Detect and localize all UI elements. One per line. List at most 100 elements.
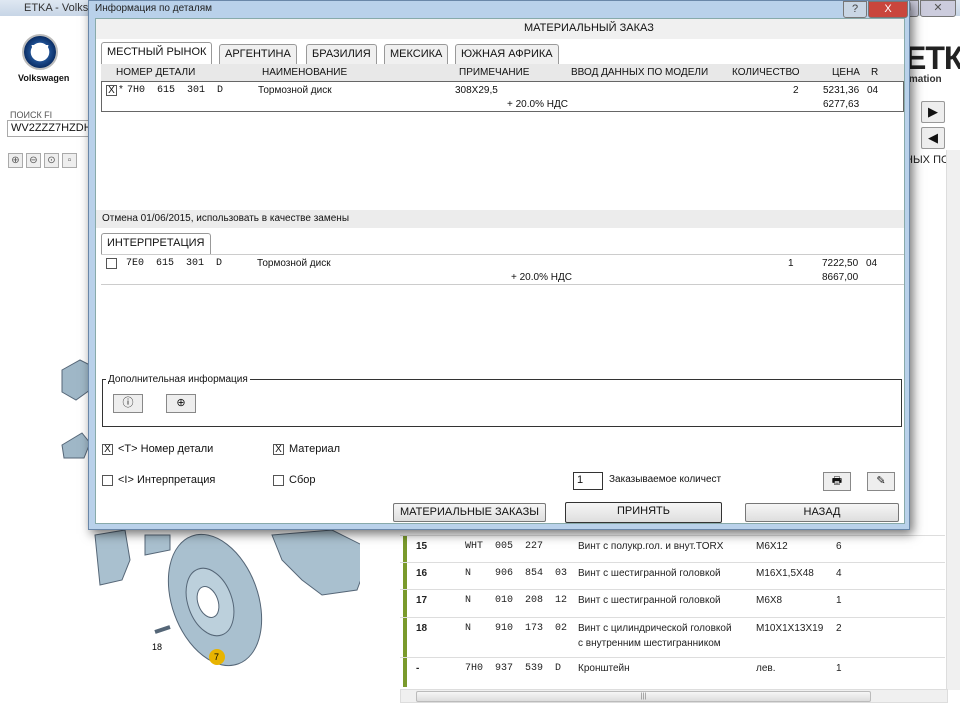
extra-info-label: Дополнительная информация [106, 374, 250, 385]
row-marker [403, 563, 407, 589]
table-row[interactable]: 15 WHT 005 227 Винт с полукр.гол. и внут.T… [400, 535, 945, 562]
zoom-fit-icon[interactable]: ⊙ [44, 153, 59, 168]
col-name: НАИМЕНОВАНИЕ [262, 67, 348, 78]
part-number: WHT 005 227 [465, 541, 544, 552]
vat-label: + 20.0% НДС [511, 272, 572, 283]
part-number: 7H0 937 539 D [465, 663, 562, 674]
checkbox-assembly[interactable] [273, 475, 284, 486]
brake-pad [94, 529, 131, 586]
horizontal-scrollbar[interactable]: ||| [400, 689, 948, 703]
part-number: N 910 173 02 [465, 623, 568, 634]
dialog-close-button[interactable]: X [868, 1, 908, 18]
tab-south-africa[interactable]: ЮЖНАЯ АФРИКА [455, 44, 559, 64]
part-name: Кронштейн [578, 663, 630, 674]
table-row[interactable]: - 7H0 937 539 D Кронштейн лев. 1 [400, 657, 945, 687]
dialog-body: МАТЕРИАЛЬНЫЙ ЗАКАЗ МЕСТНЫЙ РЫНОК АРГЕНТИ… [95, 18, 905, 524]
back-button[interactable]: НАЗАД [745, 503, 899, 522]
back-arrow-button[interactable]: ◀ [921, 127, 945, 149]
part-note: M6X8 [756, 595, 783, 606]
model-info-icon[interactable]: ⓘ [113, 394, 143, 413]
part-name: Винт с шестигранной головкой [578, 568, 721, 579]
part-number: 7E0 615 301 D [126, 258, 223, 269]
row-marker [403, 536, 407, 562]
add-detail-icon[interactable]: ⊕ [166, 394, 196, 413]
etka-logo-sub: rmation [905, 74, 942, 85]
row-checkbox[interactable]: X [106, 85, 117, 96]
checkbox-material-label: Материал [289, 443, 340, 455]
table-row[interactable]: 17 N 010 208 12 Винт с шестигранной головк… [400, 589, 945, 617]
zoom-out-icon[interactable]: ⊖ [26, 153, 41, 168]
callout-18: 18 [152, 642, 162, 652]
vertical-scrollbar[interactable] [946, 150, 960, 690]
position: 15 [416, 541, 428, 552]
header-band: МАТЕРИАЛЬНЫЙ ЗАКАЗ [96, 19, 904, 39]
row-checkbox[interactable] [106, 258, 117, 269]
part-note: M6X12 [756, 541, 788, 552]
part-number: 7H0 615 301 D [127, 85, 224, 96]
part-name: Винт с цилиндрической головкой [578, 623, 732, 634]
tab-argentina[interactable]: АРГЕНТИНА [219, 44, 297, 64]
part-note: M10X1X13X19 [756, 623, 824, 634]
quantity: 1 [788, 258, 794, 269]
col-note: ПРИМЕЧАНИЕ [459, 67, 530, 78]
r-code: 04 [867, 85, 879, 96]
app-close-button[interactable]: ✕ [920, 0, 956, 17]
tab-local-market[interactable]: МЕСТНЫЙ РЫНОК [101, 42, 213, 65]
position: 17 [416, 595, 428, 606]
tab-interpretation[interactable]: ИНТЕРПРЕТАЦИЯ [101, 233, 211, 255]
zoom-in-icon[interactable]: ⊕ [8, 153, 23, 168]
order-quantity-label: Заказываемое количест [609, 474, 722, 485]
replacement-note: Отмена 01/06/2015, использовать в качест… [102, 213, 350, 224]
checkbox-part-number[interactable]: X [102, 444, 113, 455]
table-header: НОМЕР ДЕТАЛИ НАИМЕНОВАНИЕ ПРИМЕЧАНИЕ ВВО… [101, 64, 904, 81]
col-part-number: НОМЕР ДЕТАЛИ [116, 67, 196, 78]
col-price: ЦЕНА [832, 67, 860, 78]
forward-doc-button[interactable]: ▶ [921, 101, 945, 123]
search-input[interactable]: WV2ZZZ7HZDH [7, 120, 92, 137]
dialog-header: МАТЕРИАЛЬНЫЙ ЗАКАЗ [524, 22, 654, 34]
bolt [154, 625, 171, 634]
price-with-vat: 6277,63 [823, 99, 860, 110]
help-button[interactable]: ? [843, 1, 867, 18]
part-number: N 010 208 12 [465, 595, 568, 606]
table-row[interactable]: 18 N 910 173 02 Винт с цилиндрической голо… [400, 617, 945, 657]
checkbox-material[interactable]: X [273, 444, 284, 455]
print-icon[interactable]: 🖶 [823, 472, 851, 491]
edit-icon[interactable]: ✎ [867, 472, 895, 491]
brand-name: Volkswagen [18, 73, 70, 83]
tab-mexico[interactable]: МЕКСИКА [384, 44, 449, 64]
position: 16 [416, 568, 428, 579]
r-code: 04 [866, 258, 878, 269]
vat-label: + 20.0% НДС [507, 99, 568, 110]
quantity: 1 [836, 663, 842, 674]
checkbox-part-number-label: <T> Номер детали [118, 443, 214, 455]
col-model-input: ВВОД ДАННЫХ ПО МОДЕЛИ [571, 67, 709, 78]
accept-button[interactable]: ПРИНЯТЬ [565, 502, 722, 523]
part-info-dialog: Информация по деталям ? X МАТЕРИАЛЬНЫЙ З… [88, 0, 910, 530]
checkbox-interpretation-label: <I> Интерпретация [118, 474, 216, 486]
dialog-title: Информация по деталям [95, 3, 212, 14]
table-row[interactable]: 16 N 906 854 03 Винт с шестигранной головк… [400, 562, 945, 589]
quantity: 6 [836, 541, 842, 552]
callout-7: 7 [214, 652, 219, 662]
scroll-thumb[interactable]: ||| [416, 691, 871, 702]
open-icon[interactable]: ▫ [62, 153, 77, 168]
table-row-main[interactable]: X * 7H0 615 301 D Тормозной диск 308X29,… [101, 81, 904, 112]
replacement-band: Отмена 01/06/2015, использовать в качест… [96, 210, 904, 228]
price: 7222,50 [822, 258, 859, 269]
material-orders-button[interactable]: МАТЕРИАЛЬНЫЕ ЗАКАЗЫ [393, 503, 546, 522]
caliper-part [61, 359, 91, 401]
row-marker [403, 618, 407, 657]
checkbox-interpretation[interactable] [102, 475, 113, 486]
part-number: N 906 854 03 [465, 568, 568, 579]
checkbox-assembly-label: Сбор [289, 474, 316, 486]
order-quantity-input[interactable]: 1 [573, 472, 603, 490]
table-row-interpretation[interactable]: 7E0 615 301 D Тормозной диск 1 7222,50 0… [101, 254, 904, 285]
vw-logo: W [22, 34, 58, 70]
part-note: 308X29,5 [455, 85, 498, 96]
tab-brazil[interactable]: БРАЗИЛИЯ [306, 44, 377, 64]
search-label: ПОИСК FI [10, 110, 53, 120]
price-with-vat: 8667,00 [822, 272, 859, 283]
part-note: M16X1,5X48 [756, 568, 814, 579]
row-marker [403, 590, 407, 617]
